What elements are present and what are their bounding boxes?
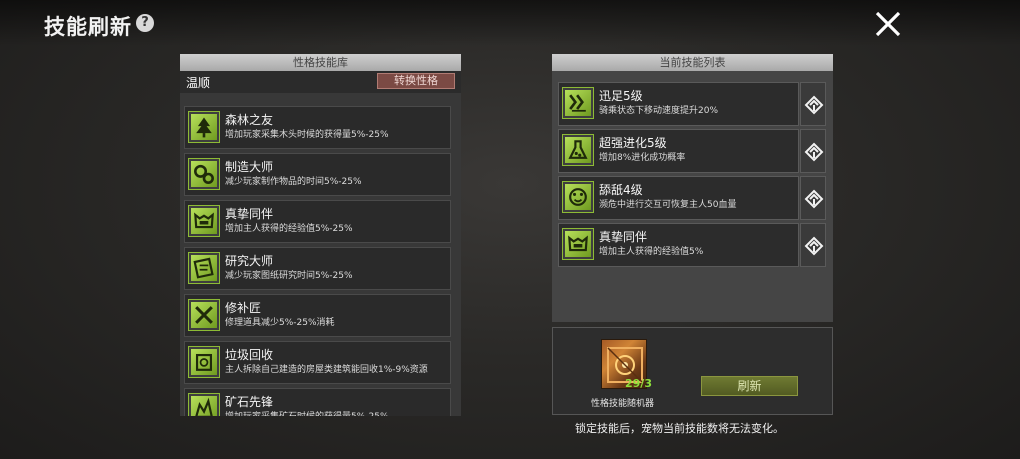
- current-skill-card[interactable]: 舔舐4级濒危中进行交互可恢复主人50血量: [558, 176, 799, 220]
- current-skill-item: 真挚同伴增加主人获得的经验值5%: [558, 223, 826, 267]
- current-skill-description: 增加主人获得的经验值5%: [599, 247, 704, 257]
- library-skill-item[interactable]: 矿石先锋增加玩家采集矿石时候的获得量5%-25%: [184, 388, 451, 416]
- tools-icon: [188, 299, 220, 331]
- library-skill-item[interactable]: 真挚同伴增加主人获得的经验值5%-25%: [184, 200, 451, 243]
- current-skill-name: 真挚同伴: [599, 230, 648, 244]
- library-skill-item[interactable]: 修补匠修理道具减少5%-25%消耗: [184, 294, 451, 337]
- skill-description: 增加玩家采集矿石时候的获得量5%-25%: [225, 412, 447, 416]
- library-skill-item[interactable]: 垃圾回收主人拆除自己建造的房屋类建筑能回收1%-9%资源: [184, 341, 451, 384]
- current-skill-card[interactable]: 真挚同伴增加主人获得的经验值5%: [558, 223, 799, 267]
- skill-name: 修补匠: [225, 301, 262, 315]
- recycle-icon: [188, 346, 220, 378]
- randomizer-name: 性格技能随机器: [591, 399, 655, 409]
- current-skill-item: 迅足5级骑乘状态下移动速度提升20%: [558, 82, 826, 126]
- skill-description: 减少玩家图纸研究时间5%-25%: [225, 271, 353, 281]
- blueprint-icon: [193, 257, 214, 279]
- skill-library-list[interactable]: 森林之友 增加玩家采集木头时候的获得量5%-25% 制造大师 减少玩家制作物品的时间5…: [184, 106, 451, 416]
- skill-description: 增加玩家采集木头时候的获得量5%-25%: [225, 130, 389, 140]
- current-skill-item: 超强进化5级增加8%进化成功概率: [558, 129, 826, 173]
- flask-icon: [568, 140, 588, 159]
- temperament-row: 温顺 转换性格: [180, 71, 461, 93]
- current-skill-description: 濒危中进行交互可恢复主人50血量: [599, 200, 737, 210]
- current-skills-panel: 当前技能列表 迅足5级 骑乘状态下移动速度提升20% 超强进化5级 增加8%进化成功概…: [552, 54, 833, 322]
- lock-skill-button[interactable]: [800, 223, 826, 267]
- skill-name: 真挚同伴: [225, 207, 274, 221]
- skill-library-panel: 性格技能库 温顺 转换性格 森林之友 增加玩家采集木头时候的获得量5%-25% 制造…: [180, 54, 461, 416]
- speed-icon: [562, 87, 594, 119]
- current-skills-header: 当前技能列表: [552, 54, 833, 71]
- switch-temperament-button[interactable]: 转换性格: [377, 73, 455, 89]
- skill-name: 研究大师: [225, 254, 274, 268]
- library-skill-item[interactable]: 研究大师减少玩家图纸研究时间5%-25%: [184, 247, 451, 290]
- companion-icon: [188, 205, 220, 237]
- lock-icon: [804, 189, 824, 209]
- current-skills-list: 迅足5级 骑乘状态下移动速度提升20% 超强进化5级 增加8%进化成功概率 舔舐4级 濒危…: [558, 82, 826, 270]
- current-skill-card[interactable]: 迅足5级骑乘状态下移动速度提升20%: [558, 82, 799, 126]
- current-skill-description: 增加8%进化成功概率: [599, 153, 686, 163]
- refresh-button[interactable]: 刷新: [701, 376, 798, 396]
- lick-icon: [569, 188, 587, 206]
- recycle-icon: [195, 353, 213, 371]
- close-button[interactable]: [874, 10, 902, 38]
- skill-library-header: 性格技能库: [180, 54, 461, 71]
- current-skill-card[interactable]: 超强进化5级增加8%进化成功概率: [558, 129, 799, 173]
- companion-icon: [568, 235, 588, 252]
- lock-note: 锁定技能后，宠物当前技能数将无法变化。: [575, 422, 784, 435]
- lock-icon: [804, 95, 824, 115]
- lick-icon: [562, 181, 594, 213]
- gears-icon: [188, 158, 220, 190]
- tools-icon: [195, 306, 213, 324]
- current-skill-description: 骑乘状态下移动速度提升20%: [599, 106, 719, 116]
- ore-icon: [188, 393, 220, 416]
- randomizer-count: 29/3: [625, 377, 652, 390]
- companion-icon: [194, 212, 214, 229]
- page-title: 技能刷新: [44, 15, 132, 39]
- close-icon: [875, 11, 901, 37]
- skill-name: 森林之友: [225, 113, 274, 127]
- current-skill-item: 舔舐4级濒危中进行交互可恢复主人50血量: [558, 176, 826, 220]
- lock-skill-button[interactable]: [800, 129, 826, 173]
- help-icon[interactable]: ?: [136, 14, 154, 32]
- skill-name: 垃圾回收: [225, 348, 274, 362]
- flask-icon: [562, 134, 594, 166]
- companion-icon: [562, 228, 594, 260]
- lock-skill-button[interactable]: [800, 82, 826, 126]
- temperament-label: 温顺: [186, 76, 211, 90]
- ore-icon: [195, 397, 213, 416]
- lock-skill-button[interactable]: [800, 176, 826, 220]
- skill-description: 减少玩家制作物品的时间5%-25%: [225, 177, 362, 187]
- tree-icon: [196, 117, 212, 138]
- skill-name: 矿石先锋: [225, 395, 274, 409]
- current-skill-name: 舔舐4级: [599, 183, 643, 197]
- skill-description: 修理道具减少5%-25%消耗: [225, 318, 335, 328]
- current-skill-name: 超强进化5级: [599, 136, 667, 150]
- lock-icon: [804, 236, 824, 256]
- gears-icon: [194, 164, 214, 184]
- library-skill-item[interactable]: 森林之友增加玩家采集木头时候的获得量5%-25%: [184, 106, 451, 149]
- skill-name: 制造大师: [225, 160, 274, 174]
- speed-icon: [569, 94, 586, 112]
- randomizer-box: 29/3 性格技能随机器 刷新: [552, 327, 833, 415]
- skill-description: 主人拆除自己建造的房屋类建筑能回收1%-9%资源: [225, 365, 428, 375]
- lock-icon: [804, 142, 824, 162]
- current-skill-name: 迅足5级: [599, 89, 643, 103]
- tree-icon: [188, 111, 220, 143]
- library-skill-item[interactable]: 制造大师减少玩家制作物品的时间5%-25%: [184, 153, 451, 196]
- blueprint-icon: [188, 252, 220, 284]
- skill-description: 增加主人获得的经验值5%-25%: [225, 224, 353, 234]
